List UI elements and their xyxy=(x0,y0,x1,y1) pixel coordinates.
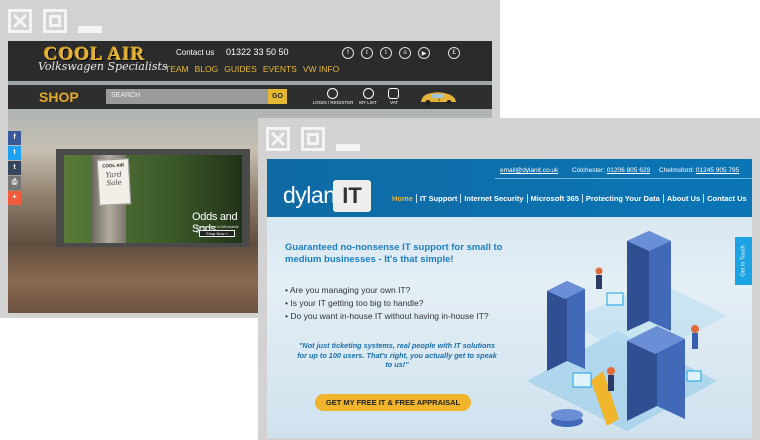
dylanit-logo-box[interactable]: IT xyxy=(333,180,371,212)
coolair-header: COOL AIR Volkswagen Specialists Contact … xyxy=(8,41,492,81)
share-twitter-icon[interactable]: t xyxy=(8,146,21,160)
login-register-link[interactable]: LOGIN / REGISTER xyxy=(311,100,355,105)
free-appraisal-button[interactable]: GET MY FREE IT & FREE APPRAISAL xyxy=(315,394,471,411)
vat-label: VAT xyxy=(389,100,399,105)
shop-bar: SHOP SEARCH GO LOGIN / REGISTER MY LIST … xyxy=(8,85,492,109)
checkmark-icon[interactable] xyxy=(363,88,374,99)
share-facebook-icon[interactable]: f xyxy=(8,131,21,145)
close-icon[interactable] xyxy=(266,127,290,151)
search-go-button[interactable]: GO xyxy=(268,89,287,104)
my-list-link[interactable]: MY LIST xyxy=(356,100,380,105)
search-input[interactable]: SEARCH xyxy=(106,89,268,104)
dylanit-logo-text[interactable]: dylan xyxy=(283,182,336,209)
dylanit-header: email@dylanit.co.uk Colchester: 01206 80… xyxy=(267,159,752,217)
currency-icon[interactable]: £ xyxy=(448,47,460,59)
server-illustration xyxy=(527,231,727,431)
nav-about-us[interactable]: About Us xyxy=(664,194,705,203)
maximize-icon[interactable] xyxy=(43,9,67,33)
close-icon[interactable] xyxy=(8,9,32,33)
share-more-icon[interactable]: + xyxy=(8,191,21,205)
share-tumblr-icon[interactable]: t xyxy=(8,161,21,175)
shop-label[interactable]: SHOP xyxy=(39,89,79,105)
nav-internet-security[interactable]: Internet Security xyxy=(461,194,528,203)
promo-image: COOL AIR Yard Sale Odds and Sods Designe… xyxy=(64,155,242,243)
chelmsford-contact: Chelmsford: 01245 905 795 xyxy=(659,167,740,174)
sign-text-sale: Sale xyxy=(106,178,122,188)
nav-guides[interactable]: GUIDES xyxy=(224,64,257,74)
dylanit-website: email@dylanit.co.uk Colchester: 01206 80… xyxy=(267,159,752,438)
nav-microsoft-365[interactable]: Microsoft 365 xyxy=(528,194,583,203)
nav-vw-info[interactable]: VW INFO xyxy=(303,64,339,74)
colchester-phone[interactable]: 01206 805 629 xyxy=(607,167,650,174)
coolair-nav: TEAM BLOG GUIDES EVENTS VW INFO xyxy=(165,64,339,74)
hero-headline: Guaranteed no-nonsense IT support for sm… xyxy=(285,242,503,265)
yard-sale-sign: COOL AIR Yard Sale xyxy=(96,158,132,206)
bullet-item: • Do you want in-house IT without having… xyxy=(285,311,489,321)
nav-protecting-data[interactable]: Protecting Your Data xyxy=(583,194,664,203)
contact-label[interactable]: Contact us xyxy=(176,48,214,57)
user-icon[interactable] xyxy=(327,88,338,99)
email-link[interactable]: email@dylanit.co.uk xyxy=(500,167,558,174)
youtube-icon[interactable]: ▶ xyxy=(418,47,430,59)
minimize-icon[interactable] xyxy=(336,127,360,151)
colchester-contact: Colchester: 01206 805 629 xyxy=(572,167,651,174)
nav-blog[interactable]: BLOG xyxy=(195,64,219,74)
bullet-item: • Are you managing your own IT? xyxy=(285,285,411,295)
share-print-icon[interactable]: ⎙ xyxy=(8,176,21,190)
twitter-icon[interactable]: t xyxy=(361,47,373,59)
nav-it-support[interactable]: IT Support xyxy=(417,194,462,203)
header-divider xyxy=(495,178,752,179)
nav-team[interactable]: TEAM xyxy=(165,64,189,74)
vw-beetle-icon[interactable]: 0 xyxy=(418,90,458,105)
get-in-touch-tab[interactable]: Get In Touch xyxy=(735,237,752,285)
phone-number[interactable]: 01322 33 50 50 xyxy=(226,47,289,57)
shop-now-button[interactable]: Shop Now > xyxy=(199,230,235,237)
tumblr-icon[interactable]: t xyxy=(380,47,392,59)
instagram-icon[interactable]: o xyxy=(399,47,411,59)
sign-title: COOL AIR xyxy=(102,162,125,169)
coolair-logo-tagline: Volkswagen Specialists xyxy=(38,60,168,73)
nav-events[interactable]: EVENTS xyxy=(263,64,297,74)
chelmsford-phone[interactable]: 01245 905 795 xyxy=(696,167,739,174)
hero-quote: "Not just ticketing systems, real people… xyxy=(297,341,497,369)
dylanit-window: email@dylanit.co.uk Colchester: 01206 80… xyxy=(258,118,760,440)
bullet-item: • Is your IT getting too big to handle? xyxy=(285,298,424,308)
nav-contact-us[interactable]: Contact Us xyxy=(704,194,750,203)
tree-trunk-image: COOL AIR Yard Sale xyxy=(92,155,132,243)
facebook-icon[interactable]: f xyxy=(342,47,354,59)
minimize-icon[interactable] xyxy=(78,9,102,33)
dylanit-nav: Home IT Support Internet Security Micros… xyxy=(389,194,750,203)
promo-banner[interactable]: COOL AIR Yard Sale Odds and Sods Designe… xyxy=(56,149,250,247)
nav-home[interactable]: Home xyxy=(389,194,417,203)
vat-toggle-icon[interactable] xyxy=(388,88,399,99)
maximize-icon[interactable] xyxy=(301,127,325,151)
